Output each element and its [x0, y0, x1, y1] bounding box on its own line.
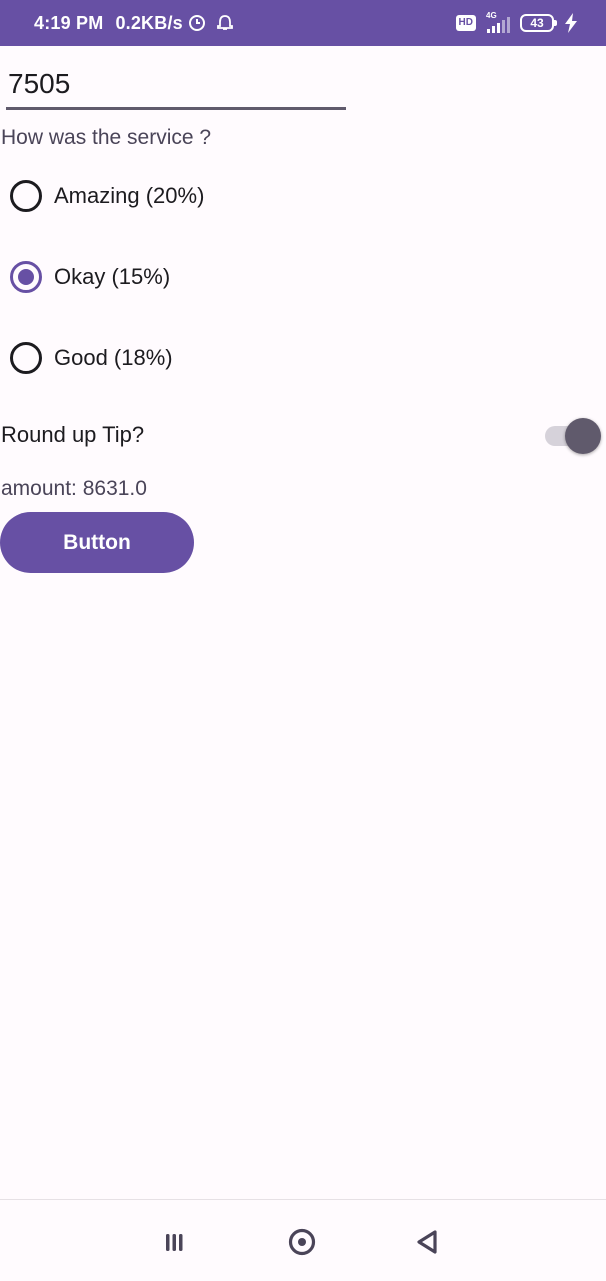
charging-bolt-icon — [565, 13, 577, 33]
radio-option-good[interactable]: Good (18%) — [10, 338, 173, 378]
alarm-icon — [188, 15, 205, 31]
radio-label: Good (18%) — [54, 345, 173, 370]
battery-level: 43 — [530, 16, 544, 30]
switch-thumb[interactable] — [565, 418, 601, 454]
home-button[interactable] — [282, 1222, 322, 1262]
recents-icon — [166, 1234, 183, 1251]
round-up-label: Round up Tip? — [1, 422, 145, 447]
radio-button-selected[interactable] — [10, 261, 42, 293]
radio-option-amazing[interactable]: Amazing (20%) — [10, 176, 204, 216]
round-up-switch[interactable] — [545, 418, 601, 454]
battery-icon: 43 — [520, 14, 557, 32]
radio-label: Okay (15%) — [54, 264, 171, 289]
back-button[interactable] — [407, 1222, 447, 1262]
status-right: HD 4G 43 — [455, 0, 578, 46]
recents-button[interactable] — [156, 1222, 196, 1262]
radio-button[interactable] — [10, 180, 42, 212]
calculate-button[interactable]: Button — [0, 512, 194, 573]
hd-badge: HD — [455, 15, 476, 31]
back-icon — [417, 1230, 437, 1254]
status-left: 4:19 PM 0.2KB/s — [34, 0, 238, 46]
navigation-bar — [0, 1199, 606, 1281]
radio-button[interactable] — [10, 342, 42, 374]
radio-option-okay[interactable]: Okay (15%) — [10, 257, 170, 297]
cell-signal-icon: 4G — [484, 11, 512, 35]
amount-result: amount: 8631.0 — [1, 477, 147, 500]
notification-bell-icon — [216, 15, 233, 30]
service-question: How was the service ? — [1, 126, 212, 149]
status-time: 4:19 PM — [34, 12, 104, 33]
network-speed: 0.2KB/s — [115, 12, 183, 33]
home-icon — [288, 1228, 316, 1256]
amount-input[interactable] — [6, 60, 346, 110]
status-bar: 4:19 PM 0.2KB/s HD 4G 43 — [0, 0, 606, 46]
radio-label: Amazing (20%) — [54, 183, 205, 208]
